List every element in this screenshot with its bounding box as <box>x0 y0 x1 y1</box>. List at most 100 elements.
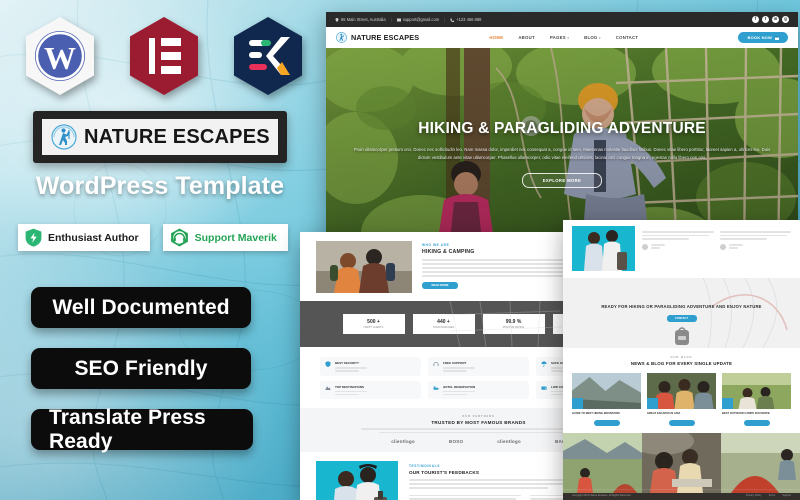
navbar-menu: HOME ABOUT PAGES ▾ BLOG ▾ CONTACT <box>489 35 638 40</box>
promo-left-column: W NATURE ESCAPES WordPress Template Enth… <box>0 0 330 500</box>
badge-support-maverik: Support Maverik <box>162 224 288 251</box>
product-name: NATURE ESCAPES <box>84 125 270 148</box>
gallery-image[interactable] <box>563 432 642 493</box>
map-pin-icon <box>335 17 339 22</box>
nav-item-blog[interactable]: BLOG ▾ <box>584 35 601 40</box>
blog-read-more-button[interactable] <box>743 419 770 426</box>
footer-link-privacy[interactable]: Privacy Policy <box>746 494 762 497</box>
brand-logo: BOSO <box>448 439 464 444</box>
calendar-icon <box>774 36 779 40</box>
blog-heading: NEWS & BLOG FOR EVERY SINGLE UPDATE <box>630 361 733 366</box>
backpack-icon <box>675 327 689 345</box>
platform-logo-row: W <box>8 16 320 96</box>
shield-bolt-icon <box>25 228 42 247</box>
brand-logo: clientlogo <box>497 439 521 444</box>
svg-text:W: W <box>44 40 76 76</box>
mountain-icon <box>325 385 331 390</box>
badge-enthusiast-author: Enthusiast Author <box>18 224 150 251</box>
promo-banner: W NATURE ESCAPES WordPress Template Enth… <box>0 0 800 500</box>
hero-paragraph: Proin ullamcorper pretium orci. Donec ne… <box>353 147 771 160</box>
umbrella-icon <box>541 361 547 367</box>
cta-heading: READY FOR HIKING OR PARAGLIDING ADVENTUR… <box>601 303 762 309</box>
social-icon-row: f t in g <box>752 16 789 23</box>
product-logo-badge: NATURE ESCAPES <box>33 111 287 163</box>
blog-title: GUIDE TO BEST HIKING MOUNTAINS <box>572 412 620 415</box>
blog-section: OUR BLOG NEWS & BLOG FOR EVERY SINGLE UP… <box>563 348 800 426</box>
feature-pill-seo-friendly: SEO Friendly <box>31 348 251 389</box>
blog-card[interactable]: GREAT ESCAPES IN ASIA <box>647 373 716 426</box>
hero-title: HIKING & PARAGLIDING ADVENTURE <box>418 120 706 137</box>
blog-read-more-button[interactable] <box>668 419 695 426</box>
blog-card[interactable]: BEST OUTDOOR CAMPS IN EUROPE <box>722 373 791 426</box>
mail-icon <box>396 18 401 21</box>
twitter-icon[interactable]: t <box>762 16 769 23</box>
brand-logo: clientlogo <box>391 439 415 444</box>
avatar <box>642 243 648 250</box>
testimonial-card <box>719 231 791 271</box>
explore-more-button[interactable]: EXPLORE MORE <box>522 172 602 188</box>
nav-item-pages[interactable]: PAGES ▾ <box>550 35 569 40</box>
testimonial-photo-couple <box>316 461 398 500</box>
footer-bottom-bar: Copyright 2023 Nature Escapes. All Right… <box>563 489 800 500</box>
elementor-logo <box>128 16 200 96</box>
blog-title: BEST OUTDOOR CAMPS IN EUROPE <box>722 412 770 415</box>
testimonial-card <box>642 231 714 271</box>
blog-date-badge <box>722 398 733 409</box>
footer-copyright: Copyright 2023 Nature Escapes. All Right… <box>572 493 631 497</box>
feature-pill-list: Well Documented SEO Friendly Translate P… <box>31 287 253 453</box>
nav-item-contact[interactable]: CONTACT <box>616 35 638 40</box>
blog-date-badge <box>572 398 583 409</box>
cta-button[interactable]: CONTACT <box>666 315 697 323</box>
site-topbar: 55 Main Street, Australia | support@gmai… <box>326 12 798 27</box>
feature-card[interactable]: FREE SUPPORT <box>428 357 529 376</box>
blog-thumbnail-field <box>722 373 791 409</box>
feature-pill-translate-press-ready: Translate Press Ready <box>31 406 253 453</box>
bed-icon <box>433 386 439 390</box>
phone-icon <box>450 18 455 22</box>
blog-eyebrow: OUR BLOG <box>670 356 693 359</box>
book-now-button[interactable]: BOOK NOW <box>738 32 788 43</box>
footer-link-support[interactable]: Support <box>782 494 791 497</box>
about-read-more-button[interactable]: READ MORE <box>422 281 458 289</box>
feature-card[interactable]: BEST SECURITY <box>320 357 421 376</box>
badge-label: Enthusiast Author <box>48 231 139 244</box>
author-badges: Enthusiast Author Support Maverik <box>18 224 308 251</box>
linkedin-icon[interactable]: in <box>772 16 779 23</box>
elementskit-logo <box>232 16 304 96</box>
site-navbar: NATURE ESCAPES HOME ABOUT PAGES ▾ BLOG ▾ C… <box>326 27 798 48</box>
navbar-brand[interactable]: NATURE ESCAPES <box>336 32 419 43</box>
avatar <box>719 243 726 250</box>
blog-title: GREAT ESCAPES IN ASIA <box>647 412 681 415</box>
google-icon[interactable]: g <box>782 16 789 23</box>
feature-pill-well-documented: Well Documented <box>31 287 251 328</box>
hiker-circle-icon <box>51 124 77 150</box>
gallery-image[interactable] <box>642 432 721 493</box>
footer-link-terms[interactable]: Terms <box>768 494 775 497</box>
gallery-strip <box>563 432 800 493</box>
blog-thumbnail-group <box>647 373 716 409</box>
gallery-image[interactable] <box>721 432 800 493</box>
navbar-brand-text: NATURE ESCAPES <box>351 33 420 42</box>
topbar-email[interactable]: support@gmail.com <box>396 17 439 22</box>
blog-card[interactable]: GUIDE TO BEST HIKING MOUNTAINS <box>572 373 641 426</box>
about-photo-hikers <box>316 241 412 293</box>
facebook-icon[interactable]: f <box>752 16 759 23</box>
website-mockup-blog: READY FOR HIKING OR PARAGLIDING ADVENTUR… <box>563 220 800 500</box>
topbar-address: 55 Main Street, Australia <box>335 17 386 22</box>
nav-item-home[interactable]: HOME <box>489 35 503 40</box>
chevron-down-icon: ▾ <box>567 35 570 40</box>
badge-label: Support Maverik <box>194 231 277 244</box>
blog-thumbnail-mountain <box>572 373 641 409</box>
testimonial-photo-couple <box>572 226 635 271</box>
site-footer: NATURE ESCAPES QUICK LINKS USEFUL LINKS <box>563 489 800 500</box>
topbar-divider: | <box>444 17 446 22</box>
testimonial-card <box>409 494 521 500</box>
blog-read-more-button[interactable] <box>593 419 620 426</box>
headset-icon <box>433 361 439 366</box>
topbar-phone[interactable]: +123 456 888 <box>450 17 481 22</box>
feature-card[interactable]: HOTEL RESERVATION <box>428 380 529 399</box>
feature-card[interactable]: TOP DESTINATIONS <box>320 380 421 399</box>
nav-item-about[interactable]: ABOUT <box>518 35 535 40</box>
shield-icon <box>325 361 331 367</box>
hiker-circle-icon <box>336 32 347 43</box>
